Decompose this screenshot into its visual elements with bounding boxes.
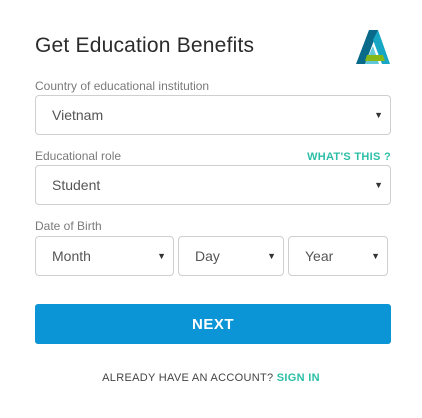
year-select[interactable]: Year ▼ — [288, 236, 388, 276]
education-benefits-form: Get Education Benefits Country of educat… — [0, 0, 422, 418]
country-label: Country of educational institution — [35, 79, 210, 93]
caret-down-icon: ▼ — [371, 251, 380, 261]
sign-in-link[interactable]: SIGN IN — [277, 372, 320, 384]
caret-down-icon: ▼ — [374, 180, 383, 190]
dob-label: Date of Birth — [35, 219, 102, 233]
month-select[interactable]: Month ▼ — [35, 236, 174, 276]
account-prompt-row: ALREADY HAVE AN ACCOUNT? SIGN IN — [0, 372, 422, 384]
next-button[interactable]: NEXT — [35, 304, 391, 344]
caret-down-icon: ▼ — [267, 251, 276, 261]
year-value: Year — [305, 248, 334, 264]
country-select[interactable]: Vietnam ▼ — [35, 95, 391, 135]
page-title: Get Education Benefits — [35, 34, 255, 57]
month-value: Month — [52, 248, 91, 264]
role-value: Student — [52, 177, 101, 193]
day-select[interactable]: Day ▼ — [178, 236, 284, 276]
caret-down-icon: ▼ — [374, 110, 383, 120]
caret-down-icon: ▼ — [157, 251, 166, 261]
account-prompt-text: ALREADY HAVE AN ACCOUNT? — [102, 372, 274, 384]
autodesk-logo-icon — [356, 30, 390, 64]
day-value: Day — [195, 248, 220, 264]
whats-this-link[interactable]: WHAT'S THIS ? — [307, 151, 391, 163]
country-value: Vietnam — [52, 107, 104, 123]
role-label: Educational role — [35, 149, 122, 163]
role-select[interactable]: Student ▼ — [35, 165, 391, 205]
